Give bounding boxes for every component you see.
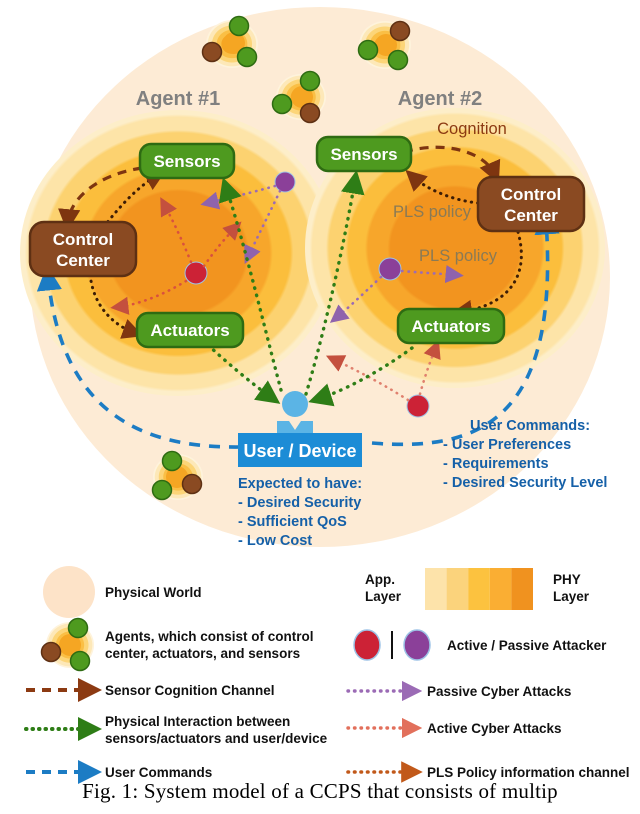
agent1-passive-attacker (274, 171, 296, 193)
legend-active-attacker-icon (353, 629, 381, 661)
agent1-sensors-node[interactable]: Sensors (138, 142, 236, 180)
legend-physical-interaction-line1: Physical Interaction between (105, 714, 290, 729)
legend-passive-attacker-icon (403, 629, 431, 661)
user-commands-item-0: - User Preferences (443, 437, 571, 453)
agent1-control-center-node[interactable]: Control Center (28, 220, 138, 278)
agent1-sensors-label: Sensors (153, 152, 220, 171)
agent1-actuators-node[interactable]: Actuators (135, 311, 245, 349)
pls-policy-upper-label: PLS policy (393, 203, 472, 221)
agent2-sensors-label: Sensors (330, 145, 397, 164)
agent2-label: Agent #2 (398, 88, 482, 110)
agent2-active-attacker (406, 394, 430, 418)
user-commands-title: User Commands: (470, 418, 590, 434)
agent2-actuators-node[interactable]: Actuators (396, 307, 506, 345)
agent1-actuators-label: Actuators (150, 321, 229, 340)
expected-item-1: - Sufficient QoS (238, 514, 347, 530)
legend-sensor-cognition-label: Sensor Cognition Channel (105, 683, 275, 698)
agent2-control-center-node[interactable]: Control Center (476, 175, 586, 233)
cognition-label: Cognition (437, 120, 507, 138)
legend-app-layer-line2: Layer (365, 589, 402, 604)
expected-item-2: - Low Cost (238, 533, 312, 549)
legend-agents-label-line2: center, actuators, and sensors (105, 646, 300, 661)
ccps-system-model-figure: Agent #1 Agent #2 Cognition PLS policy P… (20, 7, 630, 784)
legend-app-layer-line1: App. (365, 572, 395, 587)
legend-passive-attacks-label: Passive Cyber Attacks (427, 684, 571, 699)
expected-item-0: - Desired Security (238, 495, 361, 511)
agent2-cc-label-line2: Center (504, 206, 558, 225)
agent1-label: Agent #1 (136, 88, 220, 110)
legend-active-attacks-label: Active Cyber Attacks (427, 721, 562, 736)
legend-layer-gradient-bar (425, 568, 533, 610)
legend-physical-world-label: Physical World (105, 585, 202, 600)
legend-physical-world-icon (43, 566, 95, 618)
agent2-passive-attacker (378, 257, 402, 281)
pls-policy-lower-label: PLS policy (419, 247, 498, 265)
legend-pls-policy-label: PLS Policy information channel (427, 765, 630, 780)
user-commands-item-2: - Desired Security Level (443, 475, 607, 491)
legend-agents-label-line1: Agents, which consist of control (105, 629, 314, 644)
legend-physical-interaction-line2: sensors/actuators and user/device (105, 731, 328, 746)
legend-user-commands-label: User Commands (105, 765, 212, 780)
user-device-box[interactable]: User / Device (238, 433, 362, 467)
user-commands-item-1: - Requirements (443, 456, 549, 472)
legend-phy-layer-line2: Layer (553, 589, 590, 604)
figure-caption: Fig. 1: System model of a CCPS that cons… (82, 779, 558, 803)
user-device-label: User / Device (243, 441, 356, 461)
agent1-cc-label-line2: Center (56, 251, 110, 270)
agent2-actuators-label: Actuators (411, 317, 490, 336)
agent2-cc-label-line1: Control (501, 185, 561, 204)
agent1-cc-label-line1: Control (53, 230, 113, 249)
expected-title: Expected to have: (238, 476, 362, 492)
legend-attackers-label: Active / Passive Attacker (447, 638, 607, 653)
legend-agents-icon (40, 617, 94, 672)
agent2-sensors-node[interactable]: Sensors (315, 135, 413, 173)
legend-phy-layer-line1: PHY (553, 572, 581, 587)
